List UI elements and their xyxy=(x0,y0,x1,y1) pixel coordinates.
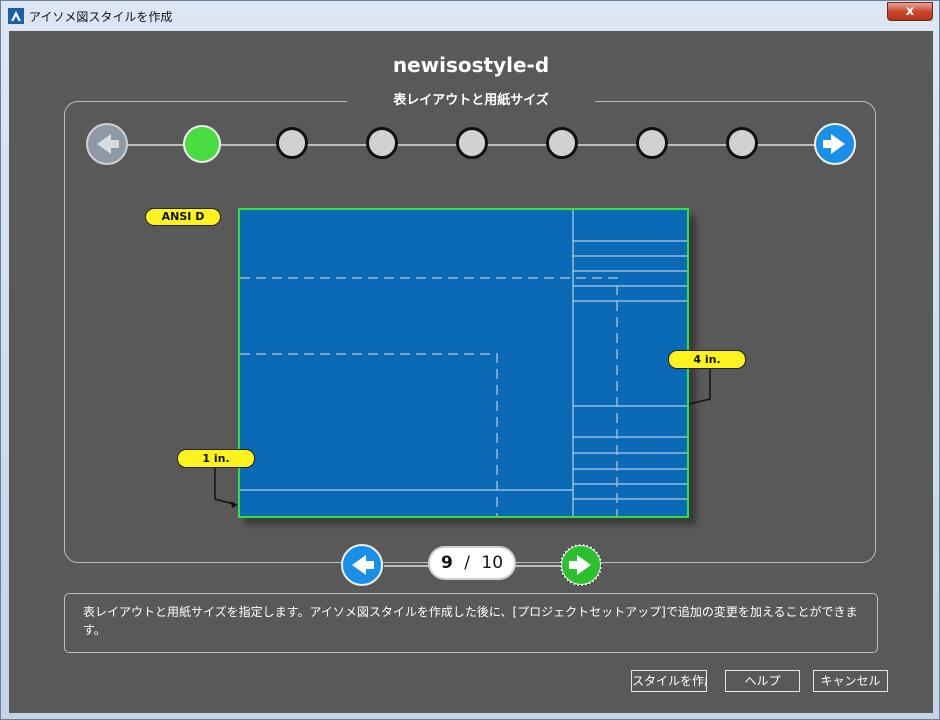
sheet-preview xyxy=(238,208,689,518)
wizard-step-5[interactable] xyxy=(546,127,578,159)
wizard-content: newisostyle-d 表レイアウトと用紙サイズ ANSI D 4 in. … xyxy=(9,31,933,713)
wizard-step-3[interactable] xyxy=(366,127,398,159)
sheet-layout-lines xyxy=(240,210,687,516)
page-separator: / xyxy=(464,553,470,573)
wizard-step-4[interactable] xyxy=(456,127,488,159)
help-button[interactable]: ヘルプ xyxy=(725,670,800,692)
sheet-size-label: ANSI D xyxy=(145,208,221,226)
wizard-step-1[interactable] xyxy=(183,125,221,163)
autodesk-logo-icon xyxy=(8,8,24,24)
wizard-step-7[interactable] xyxy=(726,127,758,159)
bottom-margin-label: 1 in. xyxy=(177,449,255,468)
total-pages: 10 xyxy=(481,553,504,573)
window-title: アイソメ図スタイルを作成 xyxy=(29,10,173,24)
close-button[interactable]: x xyxy=(887,2,933,21)
arrow-left-icon[interactable] xyxy=(341,544,383,586)
title-bar[interactable]: アイソメ図スタイルを作成 x xyxy=(1,1,939,31)
style-name-title: newisostyle-d xyxy=(392,53,550,77)
arrow-left-icon[interactable] xyxy=(86,123,128,165)
right-margin-label: 4 in. xyxy=(668,350,746,369)
dialog-window: アイソメ図スタイルを作成 x newisostyle-d 表レイアウトと用紙サイ… xyxy=(0,0,940,720)
cancel-button[interactable]: キャンセル xyxy=(813,670,888,692)
arrow-right-icon[interactable] xyxy=(814,123,856,165)
page-counter: 9 / 10 xyxy=(428,546,516,580)
arrow-right-icon[interactable] xyxy=(560,544,602,586)
wizard-step-2[interactable] xyxy=(276,127,308,159)
create-style-button[interactable]: スタイルを作成 xyxy=(631,670,707,692)
section-title: 表レイアウトと用紙サイズ xyxy=(347,91,595,111)
current-page: 9 xyxy=(440,553,453,573)
wizard-step-6[interactable] xyxy=(636,127,668,159)
step-description: 表レイアウトと用紙サイズを指定します。アイソメ図スタイルを作成した後に、[プロジ… xyxy=(64,593,878,653)
